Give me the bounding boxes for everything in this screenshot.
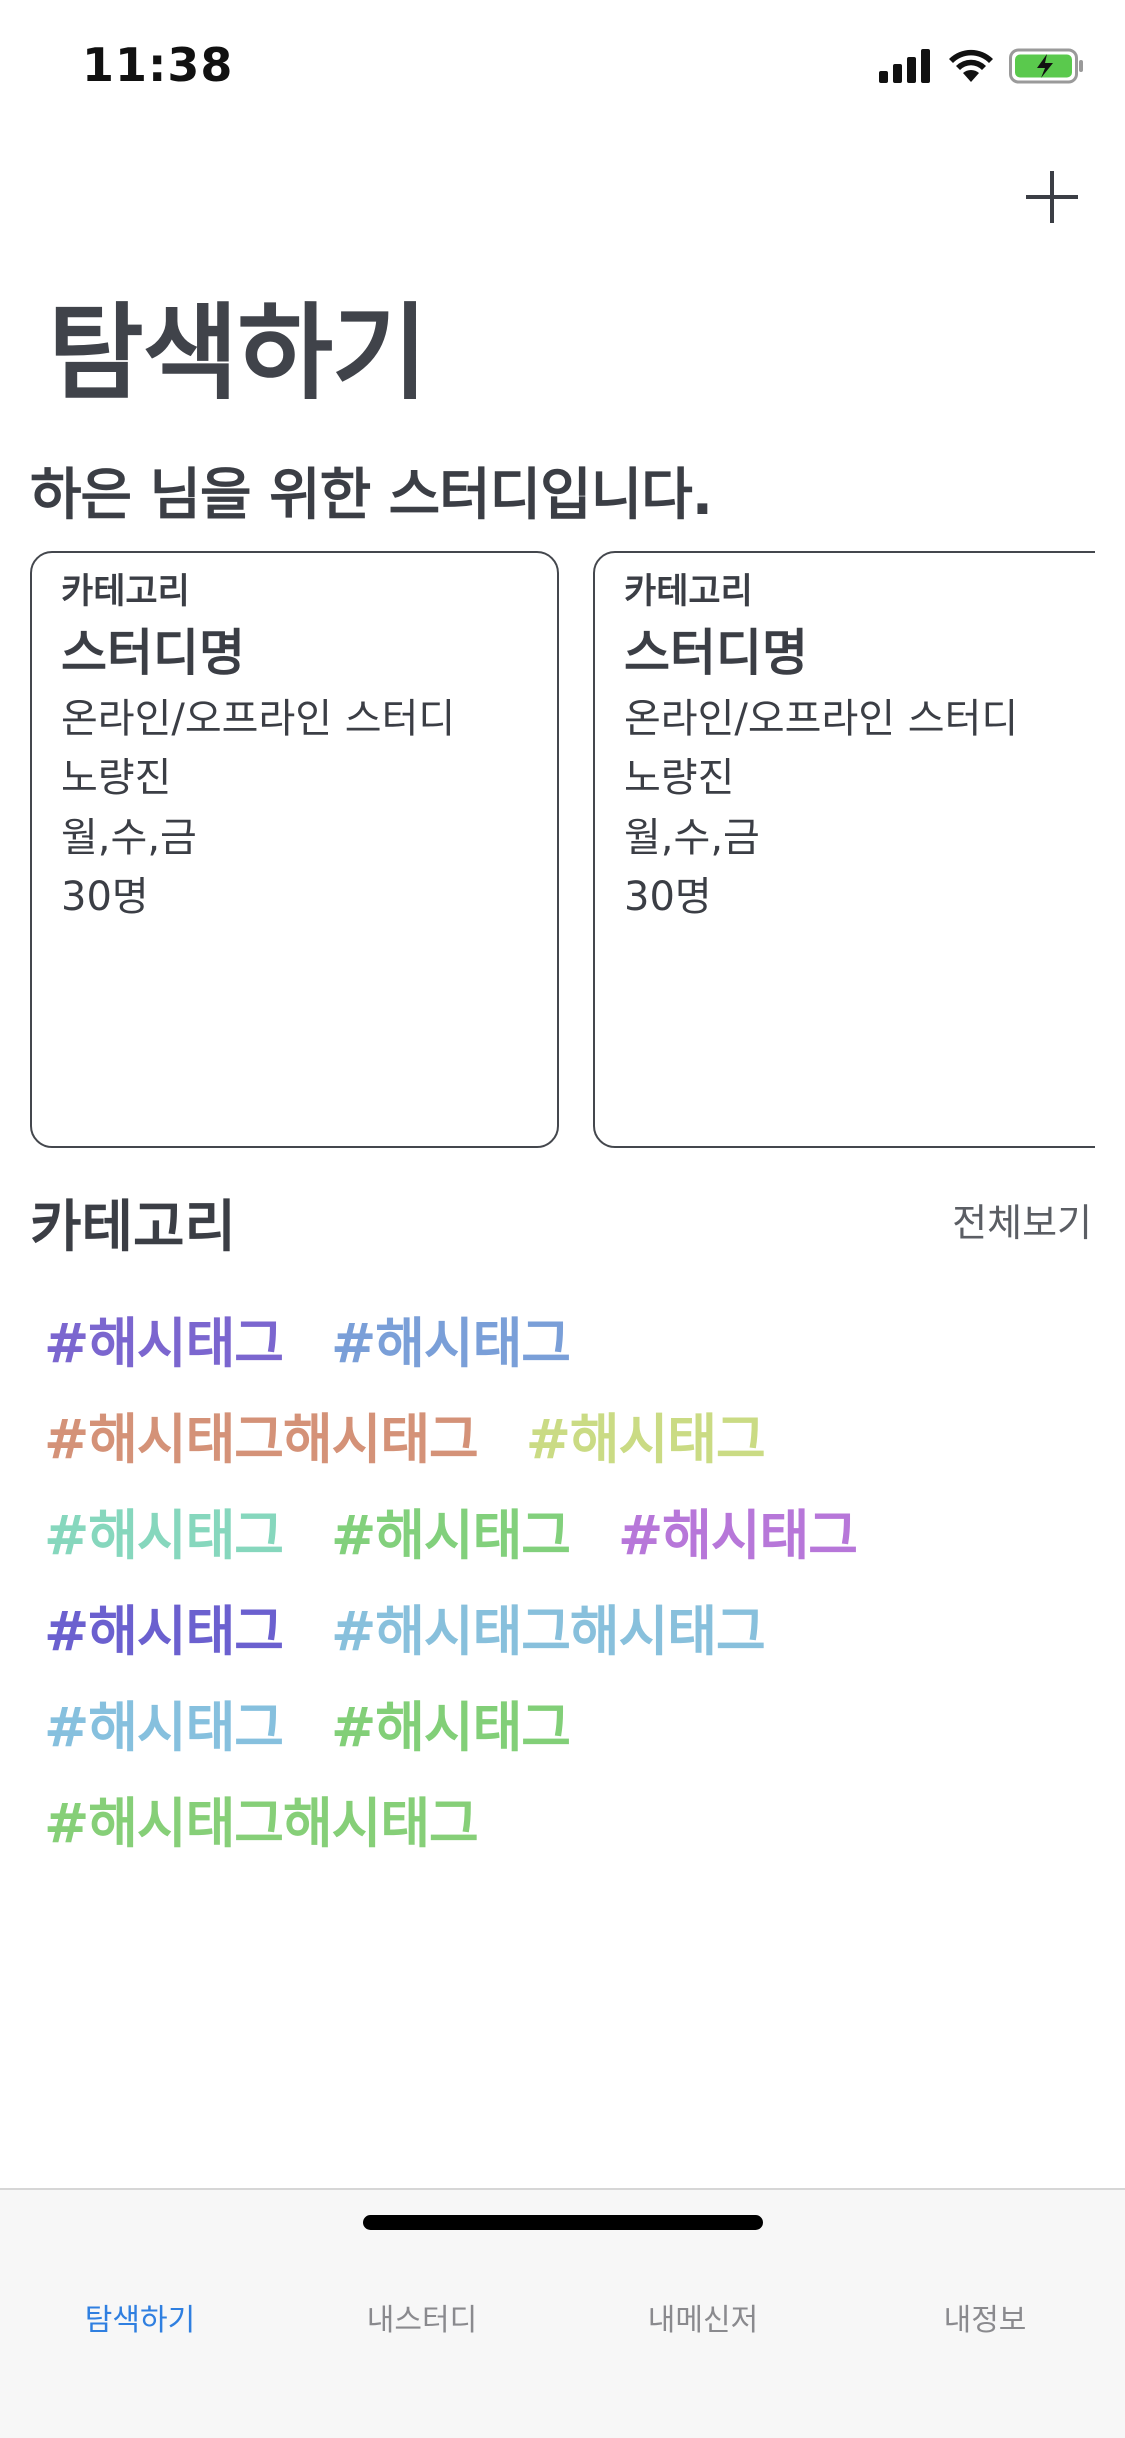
- page-title: 탐색하기: [48, 292, 428, 414]
- hashtag-row: #해시태그해시태그: [44, 1770, 1094, 1866]
- hashtag[interactable]: #해시태그해시태그: [44, 1779, 479, 1858]
- study-card-capacity: 30명: [61, 874, 149, 920]
- tab-my-study[interactable]: 내스터디: [322, 2295, 522, 2339]
- status-icons: [879, 48, 1085, 84]
- wifi-icon: [949, 49, 993, 82]
- study-card-location: 노량진: [61, 755, 172, 801]
- tab-explore[interactable]: 탐색하기: [40, 2295, 240, 2339]
- hashtag[interactable]: #해시태그: [331, 1299, 571, 1378]
- study-card-mode: 온라인/오프라인 스터디: [61, 696, 456, 742]
- study-card-name: 스터디명: [61, 624, 245, 682]
- home-indicator: [363, 2215, 763, 2230]
- study-card-carousel[interactable]: 카테고리 스터디명 온라인/오프라인 스터디 노량진 월,수,금 30명 카테고…: [30, 551, 1095, 1152]
- study-card-mode: 온라인/오프라인 스터디: [624, 696, 1019, 742]
- tab-my-info[interactable]: 내정보: [885, 2295, 1085, 2339]
- hashtag[interactable]: #해시태그: [526, 1395, 766, 1474]
- hashtag[interactable]: #해시태그: [44, 1587, 284, 1666]
- hashtag[interactable]: #해시태그: [618, 1491, 858, 1570]
- study-card[interactable]: 카테고리 스터디명 온라인/오프라인 스터디 노량진 월,수,금 30명: [30, 551, 559, 1148]
- tab-my-messenger[interactable]: 내메신저: [603, 2295, 803, 2339]
- status-bar: 11:38: [0, 0, 1125, 140]
- study-card-days: 월,수,금: [61, 815, 197, 861]
- hashtag[interactable]: #해시태그해시태그: [331, 1587, 766, 1666]
- study-card-location: 노량진: [624, 755, 735, 801]
- hashtag-row: #해시태그 #해시태그해시태그: [44, 1578, 1094, 1674]
- hashtag-row: #해시태그 #해시태그: [44, 1290, 1094, 1386]
- study-card-category: 카테고리: [624, 572, 753, 612]
- study-card-category: 카테고리: [61, 572, 190, 612]
- hashtag[interactable]: #해시태그해시태그: [44, 1395, 479, 1474]
- hashtag-row: #해시태그 #해시태그: [44, 1674, 1094, 1770]
- study-card-days: 월,수,금: [624, 815, 760, 861]
- study-card-capacity: 30명: [624, 874, 712, 920]
- hashtag-row: #해시태그해시태그 #해시태그: [44, 1386, 1094, 1482]
- battery-charging-icon: [1009, 48, 1083, 84]
- category-section-title: 카테고리: [30, 1195, 237, 1260]
- hashtag-list: #해시태그 #해시태그 #해시태그해시태그 #해시태그 #해시태그 #해시태그 …: [44, 1290, 1094, 1866]
- hashtag[interactable]: #해시태그: [44, 1491, 284, 1570]
- hashtag[interactable]: #해시태그: [44, 1299, 284, 1378]
- hashtag[interactable]: #해시태그: [331, 1683, 571, 1762]
- tab-bar: 탐색하기 내스터디 내메신저 내정보: [0, 2188, 1125, 2438]
- hashtag[interactable]: #해시태그: [331, 1491, 571, 1570]
- recommend-subtitle: 하은 님을 위한 스터디입니다.: [30, 463, 713, 528]
- hashtag-row: #해시태그 #해시태그 #해시태그: [44, 1482, 1094, 1578]
- plus-icon: [1026, 171, 1078, 223]
- add-button[interactable]: [1020, 165, 1084, 229]
- view-all-link[interactable]: 전체보기: [952, 1192, 1092, 1247]
- status-time: 11:38: [82, 38, 234, 92]
- cellular-signal-icon: [879, 49, 930, 83]
- study-card[interactable]: 카테고리 스터디명 온라인/오프라인 스터디 노량진 월,수,금 30명: [593, 551, 1095, 1148]
- hashtag[interactable]: #해시태그: [44, 1683, 284, 1762]
- study-card-name: 스터디명: [624, 624, 808, 682]
